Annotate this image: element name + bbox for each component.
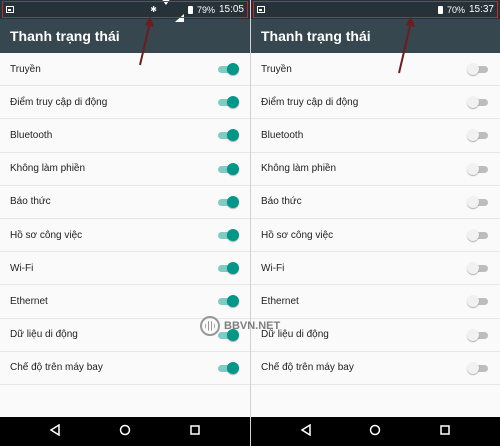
settings-row-label: Điểm truy cập di động xyxy=(261,96,359,108)
settings-list: Truyền Điểm truy cập di động Bluetooth Khôn… xyxy=(251,53,500,385)
home-icon[interactable] xyxy=(369,423,381,441)
bluetooth-icon: ✱ xyxy=(150,4,157,14)
settings-row-label: Hồ sơ công việc xyxy=(261,229,334,241)
settings-row-label: Báo thức xyxy=(10,196,51,208)
toggle-switch[interactable] xyxy=(467,361,488,374)
back-icon[interactable] xyxy=(49,423,61,441)
settings-row-label: Truyền xyxy=(261,63,292,75)
wifi-icon xyxy=(160,0,171,14)
watermark-logo-icon xyxy=(200,316,220,336)
settings-row[interactable]: Ethernet xyxy=(0,285,250,319)
settings-row-label: Chế độ trên máy bay xyxy=(261,362,354,374)
image-icon xyxy=(257,6,265,13)
battery-icon xyxy=(187,5,193,14)
toggle-switch[interactable] xyxy=(218,262,239,275)
toggle-switch[interactable] xyxy=(218,63,239,76)
navigation-bar xyxy=(251,417,500,446)
settings-row[interactable]: Ethernet xyxy=(251,285,500,319)
toggle-switch[interactable] xyxy=(467,162,488,175)
settings-screen-right: 70% 15:37 Thanh trạng thái Truyền Điểm tr… xyxy=(250,0,500,446)
settings-row-label: Bluetooth xyxy=(10,129,53,141)
navigation-bar xyxy=(0,417,250,446)
settings-row[interactable]: Điểm truy cập di động xyxy=(251,86,500,120)
settings-row-label: Wi-Fi xyxy=(261,262,285,274)
settings-row-label: Wi-Fi xyxy=(10,262,34,274)
status-bar: ✱ 79% 15:05 xyxy=(0,0,250,22)
settings-row[interactable]: Chế độ trên máy bay xyxy=(251,351,500,385)
home-icon[interactable] xyxy=(119,423,131,441)
toggle-switch[interactable] xyxy=(218,195,239,208)
toggle-switch[interactable] xyxy=(467,63,488,76)
toggle-switch[interactable] xyxy=(218,96,239,109)
signal-icon xyxy=(174,4,184,22)
image-icon xyxy=(6,6,14,13)
status-bar: 70% 15:37 xyxy=(251,0,500,19)
toggle-switch[interactable] xyxy=(467,229,488,242)
clock: 15:05 xyxy=(218,4,244,15)
settings-row-label: Truyền xyxy=(10,63,41,75)
battery-percent: 70% xyxy=(446,4,465,15)
settings-row[interactable]: Báo thức xyxy=(0,185,250,219)
settings-row[interactable]: Chế độ trên máy bay xyxy=(0,351,250,385)
settings-row-label: Điểm truy cập di động xyxy=(10,96,108,108)
settings-row-label: Dữ liệu di động xyxy=(10,329,78,341)
toggle-switch[interactable] xyxy=(467,129,488,142)
toggle-switch[interactable] xyxy=(218,129,239,142)
settings-row[interactable]: Bluetooth xyxy=(251,119,500,153)
watermark-text: BBVN.NET xyxy=(224,320,281,332)
back-icon[interactable] xyxy=(300,423,312,441)
settings-row-label: Ethernet xyxy=(10,295,48,307)
clock: 15:37 xyxy=(468,4,494,15)
settings-row[interactable]: Truyền xyxy=(0,53,250,87)
settings-row[interactable]: Truyền xyxy=(251,53,500,87)
settings-screen-left: ✱ 79% 15:05 Thanh trạng thái Truyền Điểm … xyxy=(0,0,250,446)
settings-row-label: Bluetooth xyxy=(261,129,304,141)
settings-row[interactable]: Không làm phiền xyxy=(0,152,250,186)
settings-row[interactable]: Wi-Fi xyxy=(0,252,250,286)
settings-row[interactable]: Điểm truy cập di động xyxy=(0,86,250,120)
toggle-switch[interactable] xyxy=(218,162,239,175)
settings-row[interactable]: Báo thức xyxy=(251,185,500,219)
toggle-switch[interactable] xyxy=(467,328,488,341)
settings-row-label: Không làm phiền xyxy=(261,163,337,175)
toggle-switch[interactable] xyxy=(467,295,488,308)
battery-icon xyxy=(437,5,443,14)
recents-icon[interactable] xyxy=(439,423,451,441)
watermark: BBVN.NET xyxy=(200,316,280,336)
toggle-switch[interactable] xyxy=(467,96,488,109)
settings-row-label: Không làm phiền xyxy=(10,163,86,175)
settings-row[interactable]: Không làm phiền xyxy=(251,152,500,186)
settings-row[interactable]: Hồ sơ công việc xyxy=(251,218,500,253)
settings-row[interactable]: Wi-Fi xyxy=(251,252,500,286)
toggle-switch[interactable] xyxy=(218,361,239,374)
toggle-switch[interactable] xyxy=(218,229,239,242)
settings-row-label: Ethernet xyxy=(261,295,299,307)
toggle-switch[interactable] xyxy=(467,195,488,208)
settings-row[interactable]: Hồ sơ công việc xyxy=(0,218,250,253)
settings-row[interactable]: Dữ liệu di động xyxy=(251,318,500,352)
battery-percent: 79% xyxy=(196,4,215,15)
settings-row-label: Chế độ trên máy bay xyxy=(10,362,103,374)
recents-icon[interactable] xyxy=(189,423,201,441)
settings-row-label: Báo thức xyxy=(261,196,302,208)
page-title: Thanh trạng thái xyxy=(0,19,250,53)
settings-row[interactable]: Bluetooth xyxy=(0,119,250,153)
settings-row-label: Hồ sơ công việc xyxy=(10,229,83,241)
toggle-switch[interactable] xyxy=(218,295,239,308)
toggle-switch[interactable] xyxy=(467,262,488,275)
page-title: Thanh trạng thái xyxy=(251,19,500,53)
